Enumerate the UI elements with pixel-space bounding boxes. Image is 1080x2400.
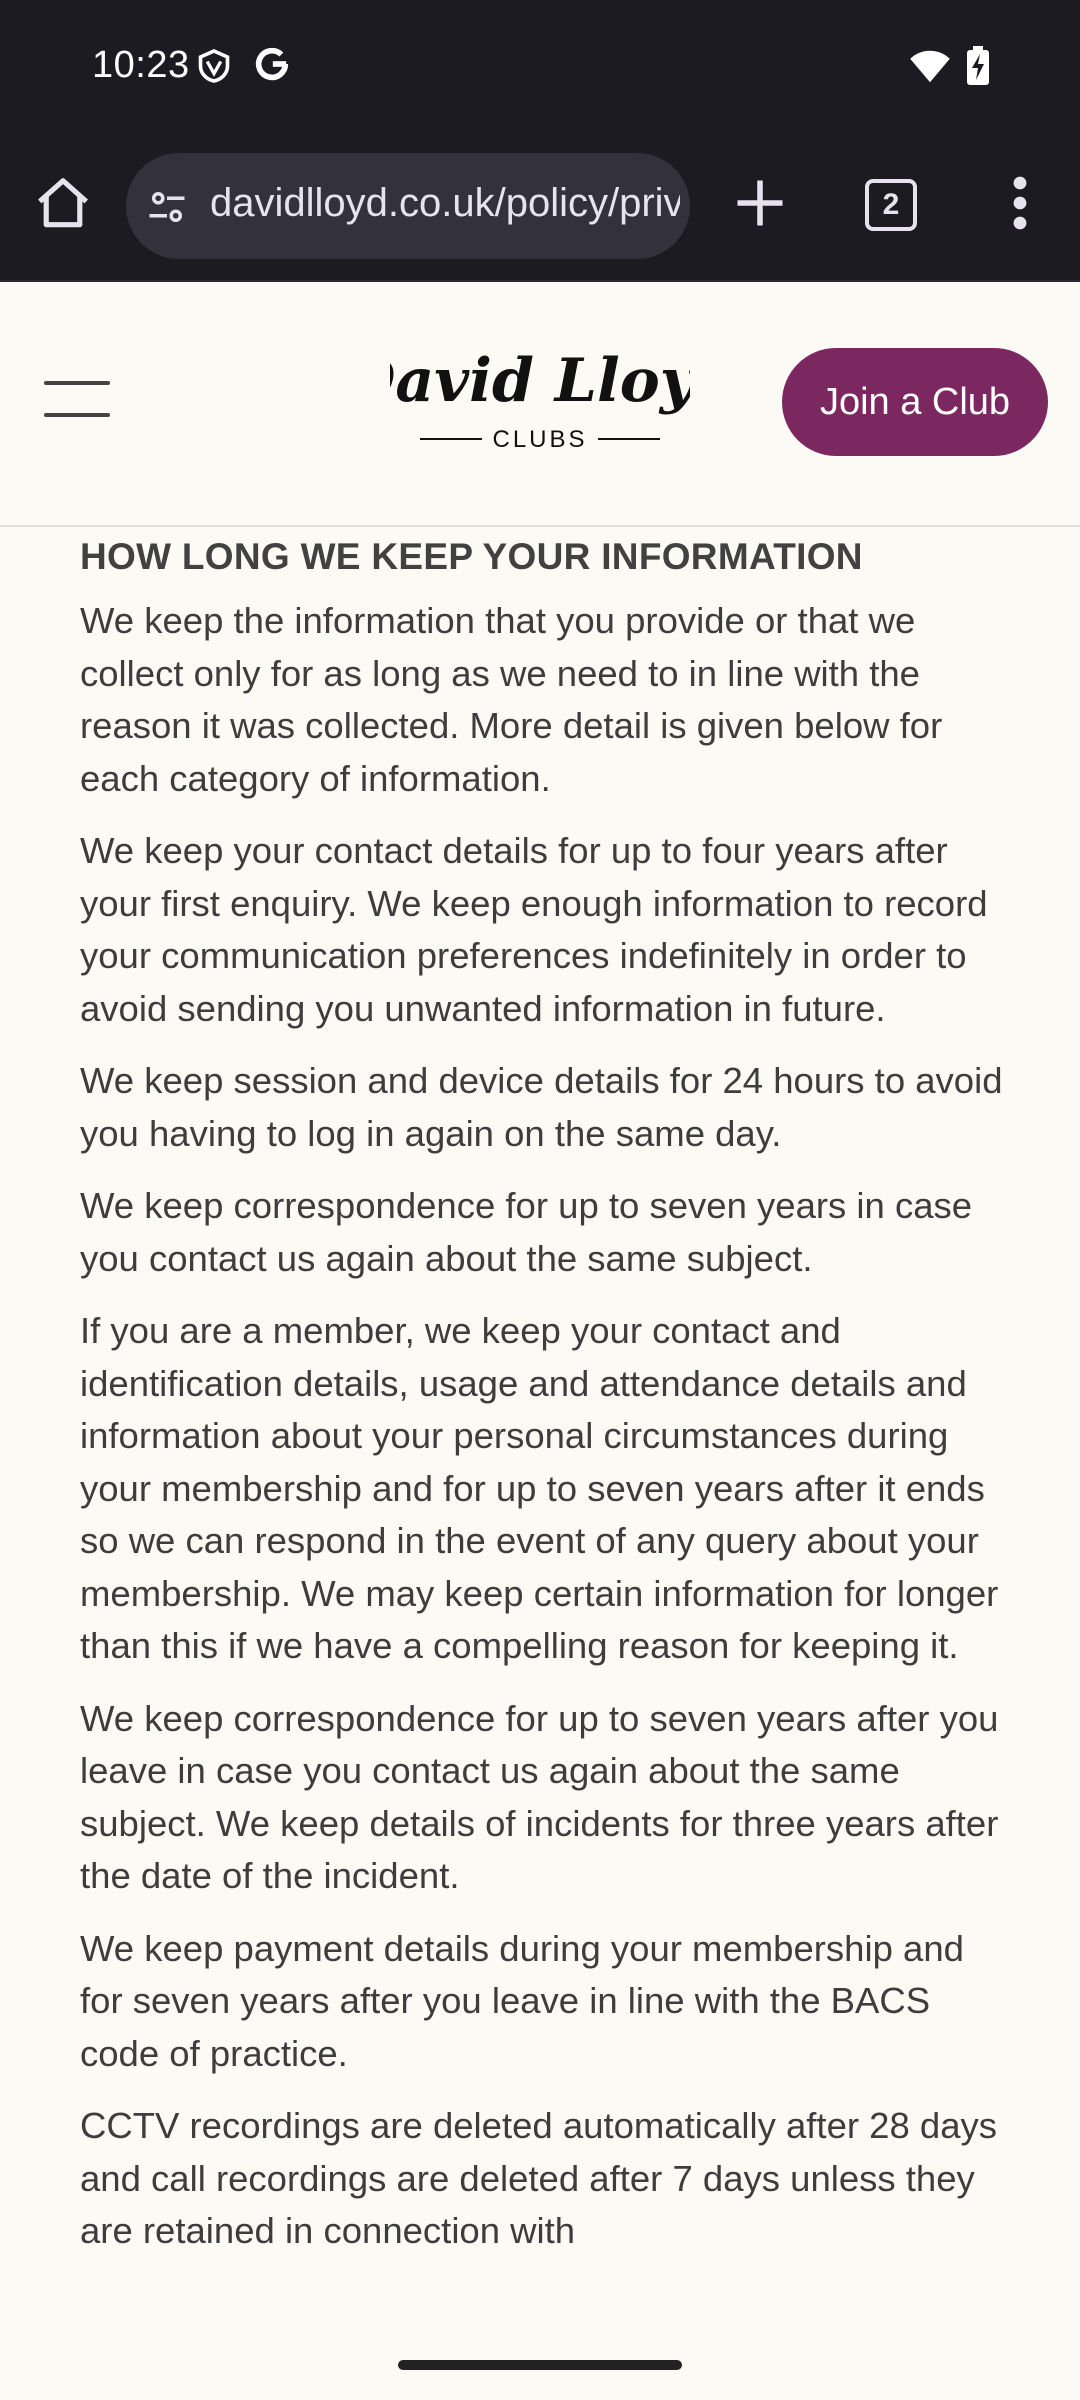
david-lloyd-logo[interactable]: David Lloyd CLUBS: [390, 337, 690, 457]
policy-paragraph: If you are a member, we keep your contac…: [80, 1310, 999, 1666]
site-header: David Lloyd CLUBS Join a Club: [0, 282, 1080, 527]
wifi-icon: [910, 50, 950, 83]
status-time: 10:23: [92, 44, 190, 86]
tab-count: 2: [882, 188, 900, 221]
policy-paragraph: We keep your contact details for up to f…: [80, 830, 988, 1029]
policy-paragraph: We keep the information that you provide…: [80, 600, 943, 799]
browser-toolbar: davidlloyd.co.uk/policy/privacy 2: [0, 135, 1080, 282]
join-a-club-button[interactable]: Join a Club: [782, 348, 1048, 456]
status-bar: 10:23: [0, 0, 1080, 135]
url-bar[interactable]: davidlloyd.co.uk/policy/privacy: [126, 153, 690, 259]
policy-paragraph: CCTV recordings are deleted automaticall…: [80, 2105, 998, 2251]
logo-sub-text: CLUBS: [492, 426, 587, 453]
section-heading: HOW LONG WE KEEP YOUR INFORMATION: [80, 536, 863, 577]
battery-charging-icon: [967, 46, 989, 85]
hamburger-menu-icon[interactable]: [44, 377, 110, 421]
system-navigation-area: [0, 2336, 1080, 2400]
logo-script-text: David Lloyd: [390, 346, 690, 416]
policy-paragraph: We keep session and device details for 2…: [80, 1060, 1003, 1154]
url-text[interactable]: davidlloyd.co.uk/policy/privacy: [210, 181, 680, 233]
gesture-handle[interactable]: [398, 2360, 682, 2370]
tab-switcher-button[interactable]: 2: [865, 179, 917, 231]
home-icon[interactable]: [32, 173, 94, 235]
site-settings-icon[interactable]: [146, 186, 188, 228]
policy-paragraph: We keep payment details during your memb…: [80, 1927, 964, 2074]
plus-icon[interactable]: [730, 173, 790, 233]
vpn-shield-icon: [198, 49, 230, 83]
google-icon: [255, 47, 289, 81]
policy-content: HOW LONG WE KEEP YOUR INFORMATION We kee…: [80, 520, 1010, 2278]
more-vert-icon[interactable]: [1000, 173, 1040, 233]
policy-paragraph: We keep correspondence for up to seven y…: [80, 1185, 973, 1279]
policy-paragraph: We keep correspondence for up to seven y…: [80, 1697, 999, 1897]
